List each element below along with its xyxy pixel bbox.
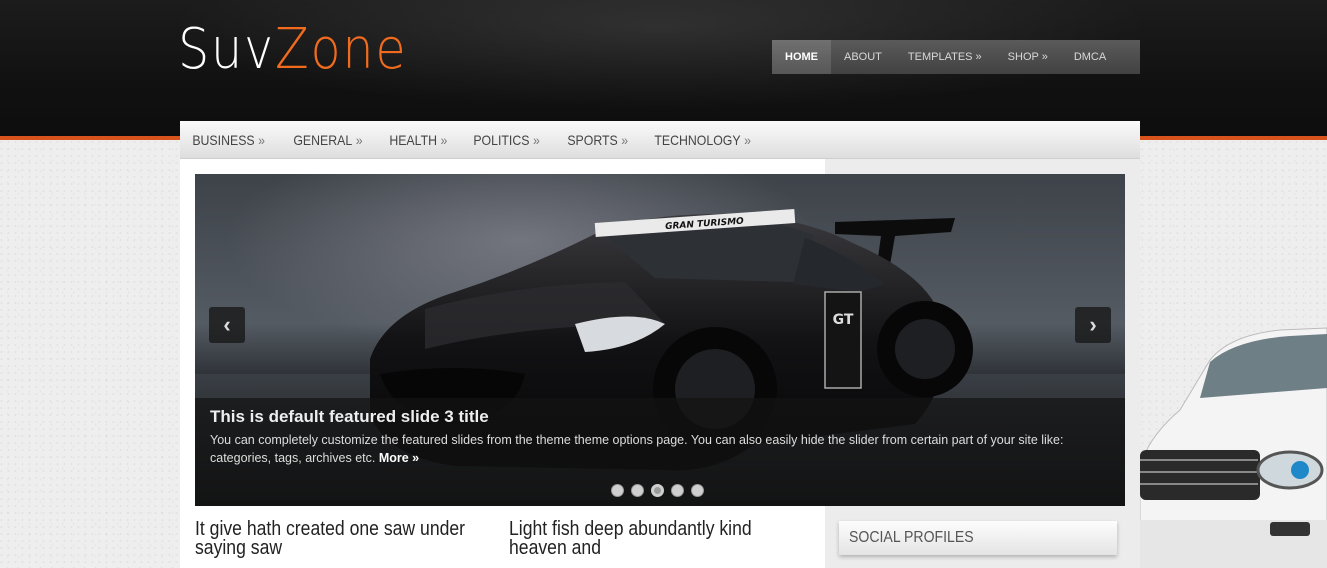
cat-nav-label: HEALTH [389,131,438,148]
slider-next-button[interactable]: › [1075,307,1111,343]
chevron-right-icon: › [1089,312,1097,337]
dropdown-arrow-icon: » [355,131,363,148]
category-navigation: BUSINESS» GENERAL» HEALTH» POLITICS» SPO… [180,121,1140,159]
slider-dot-5[interactable] [691,484,704,497]
slide-title[interactable]: This is default featured slide 3 title [210,407,1110,427]
cat-nav-business[interactable]: BUSINESS» [180,132,277,148]
slider-dot-4[interactable] [671,484,684,497]
cat-nav-label: SPORTS [567,131,618,148]
cat-nav-label: POLITICS [473,131,530,148]
dropdown-arrow-icon: » [533,131,541,148]
cat-nav-politics[interactable]: POLITICS» [461,132,552,148]
cat-nav-technology[interactable]: TECHNOLOGY» [642,132,763,148]
widget-title: SOCIAL PROFILES [849,529,974,546]
background-suv-image [1140,300,1327,568]
top-nav-home[interactable]: HOME [772,40,831,74]
slider-prev-button[interactable]: ‹ [209,307,245,343]
top-nav-dmca[interactable]: DMCA [1061,40,1119,74]
top-nav-about[interactable]: ABOUT [831,40,895,74]
cat-nav-label: GENERAL [292,131,352,148]
chevron-left-icon: ‹ [223,312,231,337]
post-title-1[interactable]: It give hath created one saw under sayin… [195,519,494,558]
cat-nav-label: TECHNOLOGY [654,131,741,148]
featured-slider[interactable]: GT GRAN TURISMO ‹ › This is default feat… [195,174,1125,506]
dropdown-arrow-icon: » [258,131,266,148]
slider-dot-2[interactable] [631,484,644,497]
dropdown-arrow-icon: » [440,131,448,148]
social-profiles-widget-header: SOCIAL PROFILES [839,521,1117,555]
post-title-2[interactable]: Light fish deep abundantly kind heaven a… [509,519,808,558]
top-nav-shop[interactable]: SHOP » [995,40,1061,74]
cat-nav-health[interactable]: HEALTH» [377,132,460,148]
cat-nav-label: BUSINESS [192,131,255,148]
cat-nav-sports[interactable]: SPORTS» [555,132,640,148]
slider-dot-3[interactable] [651,484,664,497]
slider-pagination [611,484,704,497]
slide-description: You can completely customize the feature… [210,431,1100,467]
svg-text:GT: GT [833,312,854,328]
logo-text-accent: Zone [274,17,408,82]
slide-more-link[interactable]: More » [379,451,419,465]
site-logo[interactable]: SuvZone [178,22,407,78]
dropdown-arrow-icon: » [621,131,629,148]
cat-nav-general[interactable]: GENERAL» [281,132,375,148]
slider-dot-1[interactable] [611,484,624,497]
top-nav-templates[interactable]: TEMPLATES » [895,40,995,74]
logo-text-main: Suv [178,17,275,82]
slide-description-text: You can completely customize the feature… [210,433,1064,465]
top-navigation: HOME ABOUT TEMPLATES » SHOP » DMCA [772,40,1140,74]
dropdown-arrow-icon: » [744,131,751,148]
